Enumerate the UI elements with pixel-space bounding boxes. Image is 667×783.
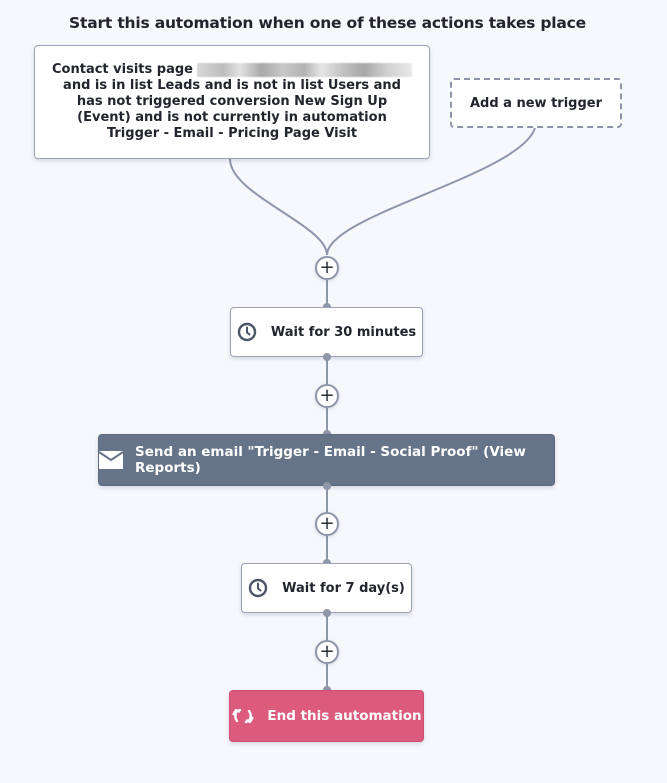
clock-icon bbox=[248, 578, 268, 598]
plus-icon: + bbox=[319, 257, 335, 278]
wait-step[interactable]: Wait for 7 day(s) bbox=[241, 563, 412, 613]
wait-step-label: Wait for 7 day(s) bbox=[282, 580, 405, 596]
page-title: Start this automation when one of these … bbox=[69, 14, 586, 32]
trigger-prefix: Contact visits page bbox=[52, 62, 193, 77]
redacted-page-url bbox=[196, 63, 412, 77]
wait-step-label: Wait for 30 minutes bbox=[270, 324, 417, 340]
add-step-button[interactable]: + bbox=[315, 384, 339, 408]
trigger-card[interactable]: Contact visits page and is in list Leads… bbox=[34, 45, 430, 159]
plus-icon: + bbox=[319, 641, 335, 662]
end-automation-label: End this automation bbox=[267, 708, 422, 724]
end-automation-step[interactable]: End this automation bbox=[229, 690, 424, 742]
trigger-conditions: and is in list Leads and is not in list … bbox=[63, 78, 401, 141]
add-step-button[interactable]: + bbox=[315, 640, 339, 664]
send-email-step[interactable]: Send an email "Trigger - Email - Social … bbox=[98, 434, 555, 486]
clock-icon bbox=[237, 322, 257, 342]
connector-dot bbox=[323, 353, 331, 361]
connector-dot bbox=[323, 482, 331, 490]
add-trigger-button[interactable]: Add a new trigger bbox=[450, 78, 622, 128]
loop-arrows-icon bbox=[232, 708, 255, 724]
add-step-button[interactable]: + bbox=[315, 256, 339, 280]
envelope-icon bbox=[99, 451, 123, 469]
plus-icon: + bbox=[319, 385, 335, 406]
plus-icon: + bbox=[319, 513, 335, 534]
connector-trigger-main bbox=[229, 158, 328, 256]
add-step-button[interactable]: + bbox=[315, 512, 339, 536]
send-email-label: Send an email "Trigger - Email - Social … bbox=[135, 444, 526, 476]
add-trigger-label: Add a new trigger bbox=[469, 95, 603, 111]
wait-step[interactable]: Wait for 30 minutes bbox=[230, 307, 423, 357]
connector-dot bbox=[323, 609, 331, 617]
